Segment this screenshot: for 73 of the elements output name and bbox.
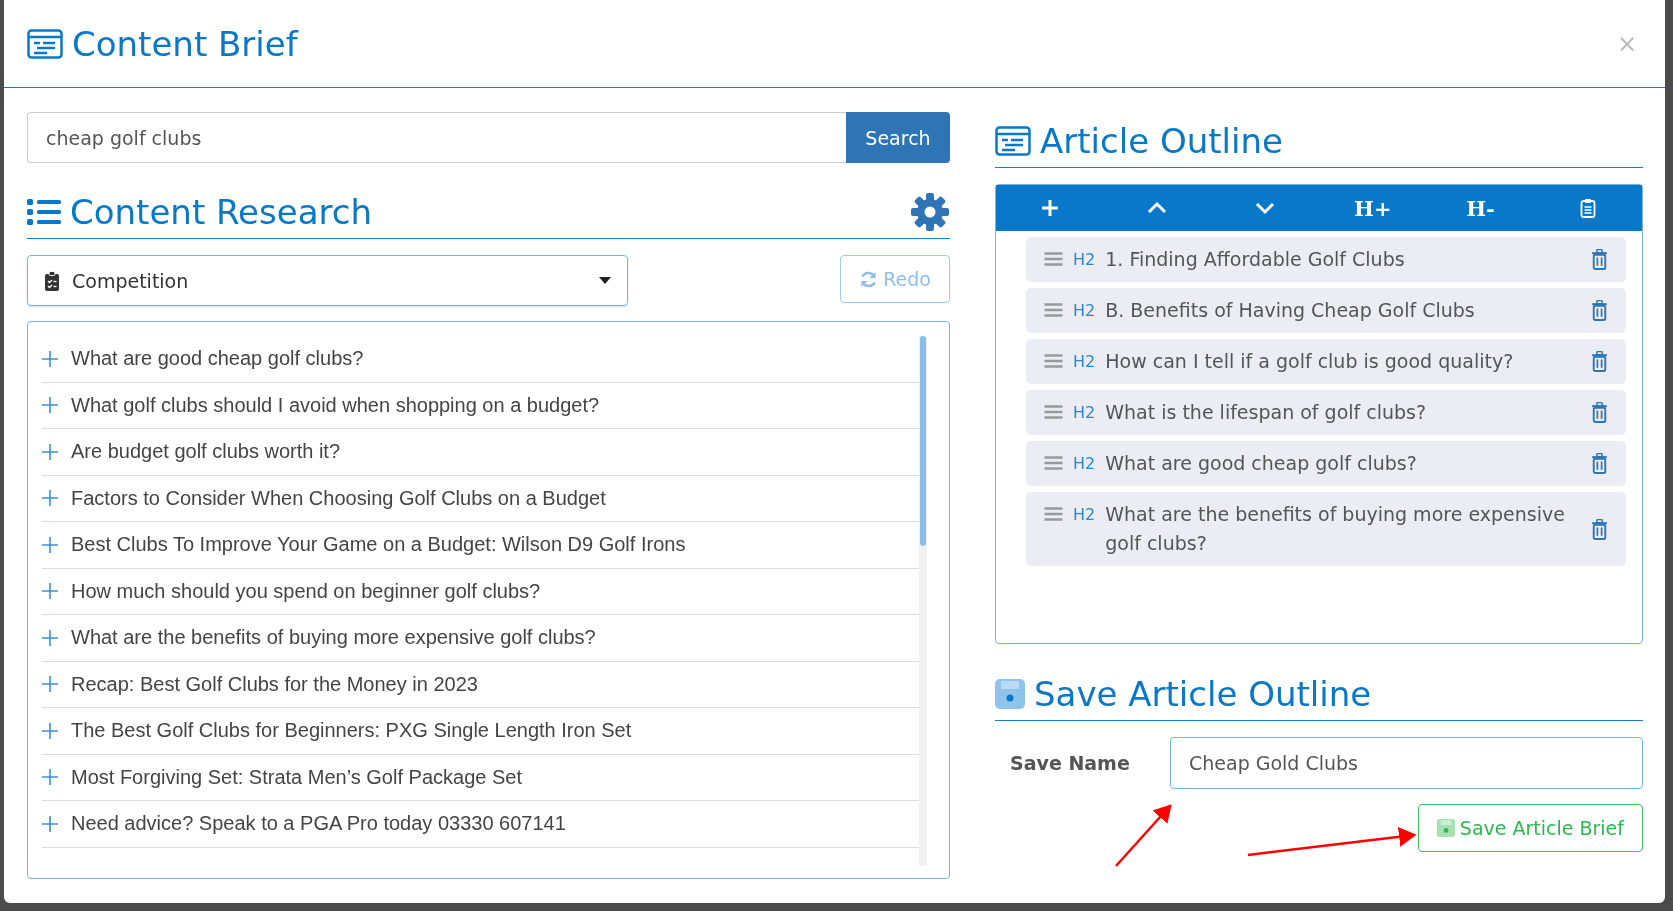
modal-title: Content Brief bbox=[72, 23, 298, 64]
research-item[interactable]: Are budget golf clubs worth it? bbox=[42, 429, 919, 476]
drag-handle-icon[interactable] bbox=[1044, 507, 1063, 521]
plus-icon bbox=[42, 769, 58, 786]
outline-item[interactable]: H2 1. Finding Affordable Golf Clubs bbox=[1026, 237, 1626, 282]
outline-heading-text: What is the lifespan of golf clubs? bbox=[1105, 400, 1428, 425]
research-item[interactable]: Best Clubs To Improve Your Game on a Budget: Wilson D9 Golf Irons bbox=[42, 522, 919, 569]
plus-icon bbox=[1039, 198, 1060, 218]
outline-heading-text: B. Benefits of Having Cheap Golf Clubs bbox=[1105, 298, 1476, 323]
research-item[interactable]: Factors to Consider When Choosing Golf Clubs on a Budget bbox=[42, 475, 919, 522]
search-button[interactable]: Search bbox=[846, 112, 950, 163]
arrow-annotation bbox=[1115, 804, 1172, 867]
research-item[interactable]: What are good cheap golf clubs? bbox=[42, 336, 919, 383]
section-title: Article Outline bbox=[1040, 121, 1283, 161]
heading-level-tag: H2 bbox=[1073, 500, 1096, 529]
research-item[interactable]: The Best Golf Clubs for Beginners: PXG Single Length Iron Set bbox=[42, 708, 919, 755]
list-icon bbox=[27, 198, 61, 226]
heading-level-tag: H2 bbox=[1073, 398, 1096, 427]
research-item[interactable]: How much should you spend on beginner golf clubs? bbox=[42, 568, 919, 615]
heading-level-button[interactable]: H+ bbox=[1342, 188, 1403, 228]
research-item[interactable]: Recap: Best Golf Clubs for the Money in 2023 bbox=[42, 661, 919, 708]
section-title: Save Article Outline bbox=[1034, 674, 1372, 714]
caret-icon bbox=[599, 277, 611, 284]
drag-handle-icon[interactable] bbox=[1044, 303, 1063, 317]
plus-icon bbox=[42, 629, 58, 646]
heading-level-tag: H2 bbox=[1073, 245, 1096, 274]
plus-icon bbox=[42, 443, 58, 460]
plus-icon bbox=[42, 815, 58, 832]
delete-icon[interactable] bbox=[1591, 249, 1608, 270]
refresh-icon bbox=[859, 269, 879, 289]
outline-heading-text: What are good cheap golf clubs? bbox=[1105, 451, 1418, 476]
plus-icon bbox=[42, 490, 58, 507]
delete-icon[interactable] bbox=[1591, 351, 1608, 372]
outline-item[interactable]: H2 What are the benefits of buying more expensive golf clubs? bbox=[1026, 492, 1626, 566]
plus-icon bbox=[42, 397, 58, 414]
heading-level-tag: H2 bbox=[1073, 449, 1096, 478]
delete-icon[interactable] bbox=[1591, 402, 1608, 423]
heading-level-tag: H2 bbox=[1073, 347, 1096, 376]
outline-item[interactable]: H2 What is the lifespan of golf clubs? bbox=[1026, 390, 1626, 435]
drag-handle-icon[interactable] bbox=[1044, 456, 1063, 470]
drag-handle-icon[interactable] bbox=[1044, 354, 1063, 368]
outline-heading-text: How can I tell if a golf club is good quality? bbox=[1105, 349, 1515, 374]
delete-icon[interactable] bbox=[1591, 453, 1608, 474]
research-item[interactable]: Most Forgiving Set: Strata Men’s Golf Package Set bbox=[42, 754, 919, 801]
outline-list-icon bbox=[27, 28, 63, 59]
plus-icon bbox=[42, 676, 58, 693]
research-item[interactable]: Need advice? Speak to a PGA Pro today 03330 607141 bbox=[42, 801, 919, 848]
drag-handle-icon[interactable] bbox=[1044, 405, 1063, 419]
outline-item[interactable]: H2 B. Benefits of Having Cheap Golf Clubs bbox=[1026, 288, 1626, 333]
clipboard-icon bbox=[44, 270, 60, 291]
delete-icon[interactable] bbox=[1591, 300, 1608, 321]
field-label: Save Name bbox=[1009, 752, 1131, 774]
outline-list-icon bbox=[995, 126, 1031, 156]
delete-icon[interactable] bbox=[1591, 518, 1608, 540]
category-dropdown[interactable]: Competition bbox=[27, 255, 628, 306]
settings-icon[interactable] bbox=[910, 192, 950, 232]
scrollbar-thumb[interactable] bbox=[920, 336, 926, 546]
heading-level-tag: H2 bbox=[1073, 296, 1096, 325]
outline-item[interactable]: H2 How can I tell if a golf club is good quality? bbox=[1026, 339, 1626, 384]
outline-heading-text: What are the benefits of buying more expensive golf clubs? bbox=[1105, 502, 1566, 556]
drag-handle-icon[interactable] bbox=[1044, 252, 1063, 266]
research-item[interactable]: What golf clubs should I avoid when shopping on a budget? bbox=[42, 382, 919, 429]
research-item[interactable]: What are the benefits of buying more expensive golf clubs? bbox=[42, 615, 919, 662]
search-field[interactable]: cheap golf clubs bbox=[27, 112, 846, 163]
save-name-field[interactable]: Cheap Gold Clubs bbox=[1170, 737, 1643, 789]
heading-level-button[interactable]: H- bbox=[1450, 188, 1511, 228]
outline-item[interactable]: H2 What are good cheap golf clubs? bbox=[1026, 441, 1626, 486]
outline-heading-text: 1. Finding Affordable Golf Clubs bbox=[1105, 247, 1406, 272]
plus-icon bbox=[42, 536, 58, 553]
plus-icon bbox=[42, 722, 58, 739]
plus-icon bbox=[42, 350, 58, 367]
plus-icon bbox=[42, 583, 58, 600]
section-title: Content Research bbox=[70, 192, 372, 232]
